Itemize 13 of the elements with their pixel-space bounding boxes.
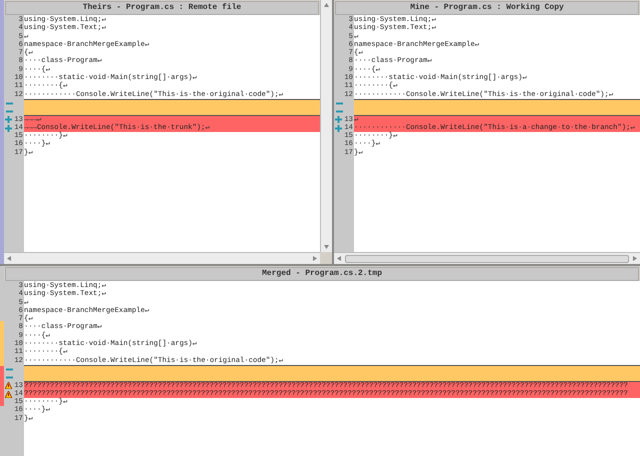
scroll-left-icon[interactable]	[7, 256, 11, 261]
pane-title: Mine - Program.cs : Working Copy	[410, 2, 564, 14]
scroll-up-icon[interactable]	[324, 3, 329, 7]
vertical-scrollbar[interactable]	[320, 0, 332, 252]
horizontal-scrollbar[interactable]	[334, 252, 640, 264]
scroll-left-icon[interactable]	[337, 256, 341, 261]
pane-title: Merged - Program.cs.2.tmp	[262, 268, 382, 280]
scrollbar-thumb[interactable]	[345, 254, 629, 262]
scroll-right-icon[interactable]	[633, 256, 637, 261]
pane-title: Theirs - Program.cs : Remote file	[82, 2, 242, 14]
scroll-right-icon[interactable]	[313, 256, 317, 261]
horizontal-scrollbar[interactable]	[4, 252, 320, 264]
scroll-down-icon[interactable]	[324, 245, 329, 249]
